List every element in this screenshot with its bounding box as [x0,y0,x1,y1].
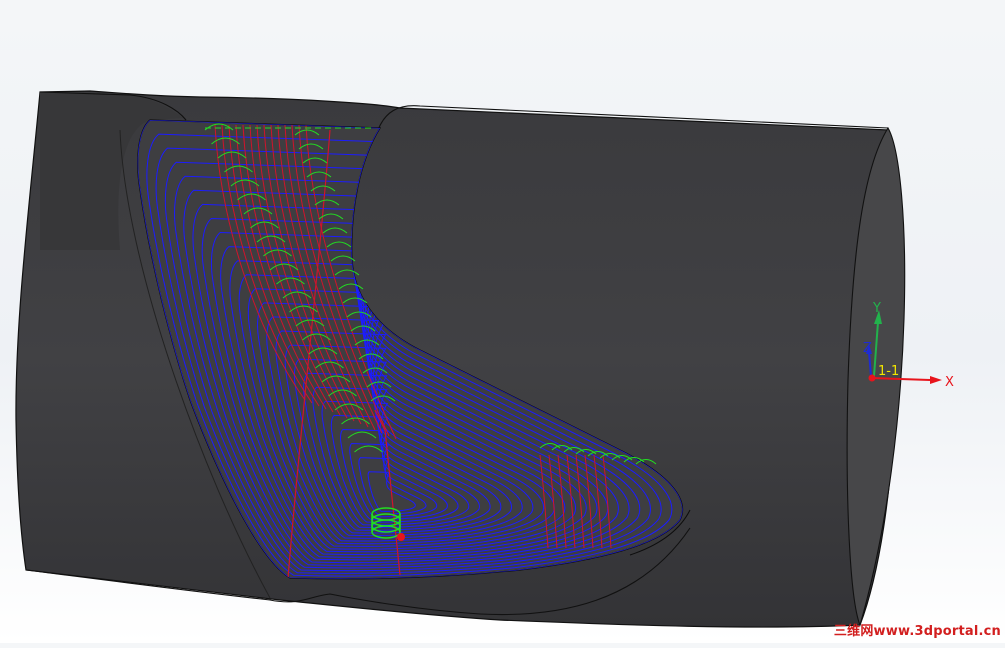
x-label: X [945,375,954,390]
watermark: 三维网www.3dportal.cn [833,624,1001,639]
tool-tip-marker [397,533,405,541]
origin-icon [868,374,876,382]
x-arrow-icon [930,376,942,384]
model-canvas[interactable]: X Y Z 1-1 [0,0,1005,643]
y-label: Y [872,301,881,316]
origin-label: 1-1 [878,364,899,379]
z-label: Z [863,341,872,356]
graphics-viewport[interactable]: X Y Z 1-1 [0,0,1005,643]
